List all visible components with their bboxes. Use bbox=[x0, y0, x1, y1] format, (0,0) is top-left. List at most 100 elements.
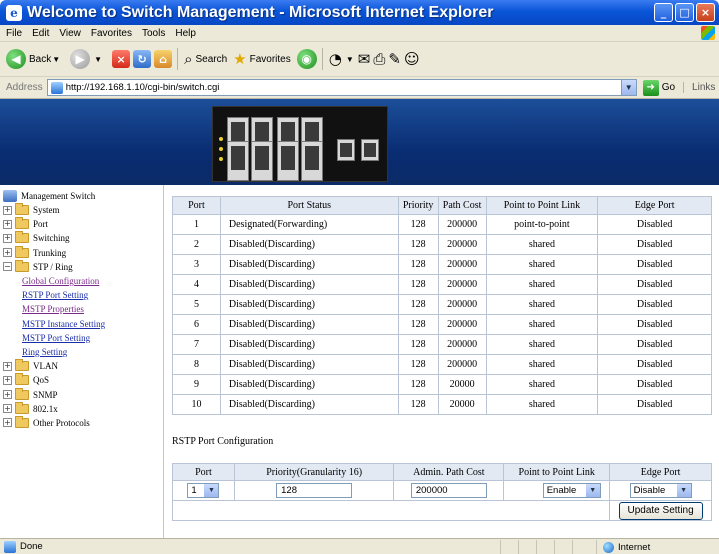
tree-node-switching[interactable]: + Switching bbox=[0, 231, 163, 245]
print-icon[interactable]: ⎙ bbox=[373, 50, 385, 68]
priority-cell: 128 bbox=[397, 274, 439, 295]
table-row: 7 Disabled(Discarding) 128 200000 shared Disa… bbox=[172, 334, 712, 355]
favorites-button[interactable]: ★ Favorites bbox=[233, 50, 291, 68]
port-cell: 2 bbox=[172, 234, 221, 255]
maximize-button[interactable]: □ bbox=[675, 3, 694, 22]
stop-icon[interactable]: × bbox=[112, 50, 131, 68]
expand-icon[interactable]: + bbox=[3, 205, 12, 215]
fiber-port-icon bbox=[361, 139, 379, 161]
edge-port-cell: Disabled bbox=[597, 234, 712, 255]
edge-port-cell: Disabled bbox=[597, 294, 712, 315]
address-label: Address bbox=[6, 82, 43, 93]
edge-select-value: Disable bbox=[633, 485, 666, 496]
tree-root[interactable]: Management Switch bbox=[0, 188, 163, 203]
open-folder-icon bbox=[15, 259, 29, 272]
mail-icon[interactable]: ✉ bbox=[358, 50, 371, 68]
menu-file[interactable]: File bbox=[6, 28, 22, 39]
column-header: Port bbox=[172, 463, 235, 481]
history-dropdown-icon[interactable]: ▼ bbox=[346, 55, 354, 64]
messenger-icon[interactable]: ☺ bbox=[404, 50, 420, 68]
edge-port-cell: Disabled bbox=[597, 394, 712, 415]
priority-cell: 128 bbox=[397, 214, 439, 235]
table-row: 6 Disabled(Discarding) 128 200000 shared Disa… bbox=[172, 314, 712, 335]
fiber-port-icon bbox=[337, 139, 355, 161]
home-icon[interactable]: ⌂ bbox=[154, 50, 173, 68]
page-done-icon bbox=[4, 540, 16, 553]
edge-cell: Disable ▼ bbox=[609, 480, 712, 501]
expand-icon[interactable]: + bbox=[3, 375, 12, 385]
minimize-button[interactable]: _ bbox=[654, 3, 673, 22]
search-button[interactable]: ⌕ Search bbox=[184, 50, 227, 68]
tree-node-trunking[interactable]: + Trunking bbox=[0, 245, 163, 260]
refresh-icon[interactable]: ↻ bbox=[133, 50, 152, 68]
history-icon[interactable]: ◔ bbox=[329, 50, 342, 68]
expand-icon[interactable]: + bbox=[3, 219, 12, 229]
forward-button[interactable]: ▶ ▼ bbox=[70, 49, 106, 69]
port-status-cell: Disabled(Discarding) bbox=[219, 354, 399, 375]
port-cell: 1 ▼ bbox=[172, 480, 235, 501]
priority-input[interactable]: 128 bbox=[276, 483, 353, 498]
tree-node-stp-ring[interactable]: − STP / Ring bbox=[0, 259, 163, 274]
address-url: http://192.168.1.10/cgi-bin/switch.cgi bbox=[65, 82, 220, 93]
links-button[interactable]: Links bbox=[683, 82, 715, 93]
table-header-row: Port Priority(Granularity 16) Admin. Pat… bbox=[172, 463, 712, 481]
tree-node-vlan[interactable]: + VLAN bbox=[0, 359, 163, 373]
ethernet-port-icon bbox=[251, 141, 273, 181]
window-title: Welcome to Switch Management - Microsoft… bbox=[27, 3, 494, 21]
config-section-title: RSTP Port Configuration bbox=[172, 436, 274, 447]
favorites-star-icon: ★ bbox=[233, 50, 247, 68]
expand-icon[interactable]: + bbox=[3, 390, 12, 400]
update-setting-button[interactable]: Update Setting bbox=[618, 501, 703, 520]
table-row: 9 Disabled(Discarding) 128 20000 shared Disab… bbox=[172, 374, 712, 395]
toolbar: ◀ Back ▼ ▶ ▼ × ↻ ⌂ ⌕ Search ★ Favorites … bbox=[0, 42, 719, 77]
tree-link-mstp-properties[interactable]: MSTP Properties bbox=[0, 302, 163, 316]
rstp-config-table: Port Priority(Granularity 16) Admin. Pat… bbox=[171, 463, 712, 521]
folder-icon bbox=[15, 415, 29, 428]
table-row: 3 Disabled(Discarding) 128 200000 shared Disa… bbox=[172, 254, 712, 275]
p2p-cell: Enable ▼ bbox=[503, 480, 611, 501]
port-cell: 4 bbox=[172, 274, 221, 295]
tree-node-snmp[interactable]: + SNMP bbox=[0, 387, 163, 401]
tree-link-global-configuration[interactable]: Global Configuration bbox=[0, 274, 163, 288]
menu-tools[interactable]: Tools bbox=[142, 28, 165, 39]
address-input[interactable]: http://192.168.1.10/cgi-bin/switch.cgi ▼ bbox=[46, 79, 637, 96]
go-button[interactable]: ➜ Go bbox=[642, 79, 675, 96]
admin-path-cost-input[interactable]: 200000 bbox=[410, 483, 487, 498]
tree-link-ring-setting[interactable]: Ring Setting bbox=[0, 345, 163, 359]
menu-view[interactable]: View bbox=[59, 28, 81, 39]
expand-icon[interactable]: + bbox=[3, 248, 12, 258]
expand-icon[interactable]: + bbox=[3, 233, 12, 243]
port-select[interactable]: 1 ▼ bbox=[187, 483, 220, 498]
menu-edit[interactable]: Edit bbox=[32, 28, 49, 39]
close-button[interactable]: × bbox=[696, 3, 715, 22]
collapse-icon[interactable]: − bbox=[3, 262, 12, 272]
menu-help[interactable]: Help bbox=[175, 28, 196, 39]
media-icon[interactable]: ◉ bbox=[296, 49, 317, 69]
column-header: Edge Port bbox=[597, 196, 712, 215]
folder-icon bbox=[15, 387, 29, 400]
back-button[interactable]: ◀ Back ▼ bbox=[6, 49, 64, 69]
tree-node-other-protocols[interactable]: + Other Protocols bbox=[0, 415, 163, 430]
menu-favorites[interactable]: Favorites bbox=[91, 28, 132, 39]
path-cost-cell: 200000 bbox=[437, 334, 487, 355]
expand-icon[interactable]: + bbox=[3, 404, 12, 414]
tree-node-8021x[interactable]: + 802.1x bbox=[0, 401, 163, 416]
expand-icon[interactable]: + bbox=[3, 418, 12, 428]
tree-node-system[interactable]: + System bbox=[0, 203, 163, 217]
toolbar-separator-2 bbox=[321, 48, 323, 70]
tree-node-port[interactable]: + Port bbox=[0, 217, 163, 231]
tree-link-mstp-port-setting[interactable]: MSTP Port Setting bbox=[0, 331, 163, 345]
edge-port-cell: Disabled bbox=[597, 314, 712, 335]
edit-icon[interactable]: ✎ bbox=[388, 50, 401, 68]
priority-cell: 128 bbox=[397, 334, 439, 355]
forward-dropdown-icon[interactable]: ▼ bbox=[94, 55, 102, 64]
tree-link-mstp-instance-setting[interactable]: MSTP Instance Setting bbox=[0, 317, 163, 331]
edge-port-select[interactable]: Disable ▼ bbox=[629, 483, 692, 498]
tree-link-rstp-port-setting[interactable]: RSTP Port Setting bbox=[0, 288, 163, 302]
address-dropdown-icon[interactable]: ▼ bbox=[620, 80, 636, 95]
column-header: Edge Port bbox=[609, 463, 712, 481]
tree-node-qos[interactable]: + QoS bbox=[0, 373, 163, 387]
back-dropdown-icon[interactable]: ▼ bbox=[52, 55, 60, 64]
expand-icon[interactable]: + bbox=[3, 361, 12, 371]
point-to-point-select[interactable]: Enable ▼ bbox=[542, 483, 601, 498]
